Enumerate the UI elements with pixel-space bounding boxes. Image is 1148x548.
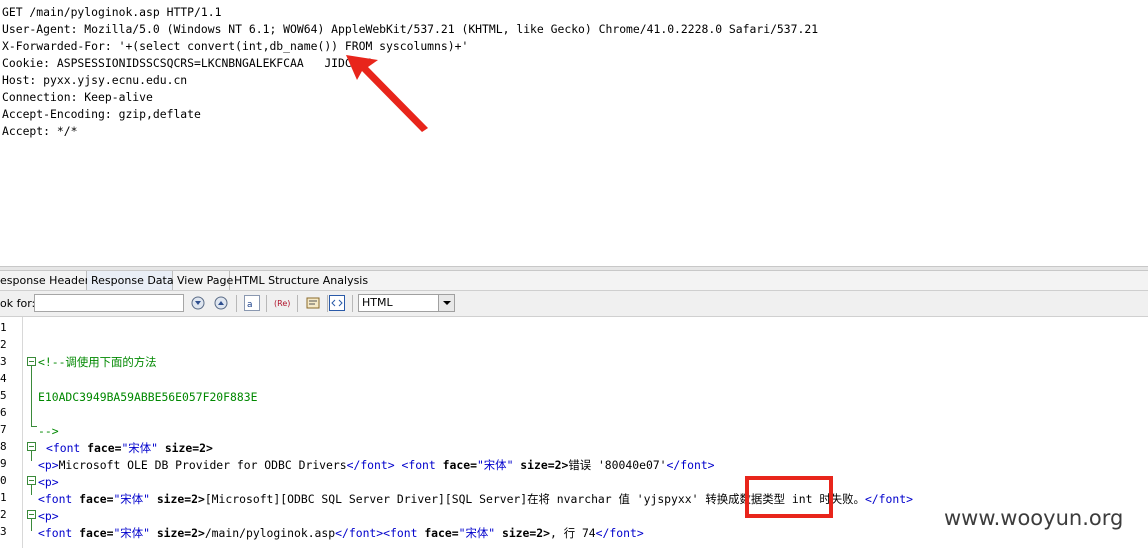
fold-toggle-icon[interactable]: [27, 476, 36, 485]
source-code-icon[interactable]: [329, 295, 345, 311]
line-number: 8: [0, 440, 7, 453]
html-comment-close: -->: [38, 424, 59, 438]
toolbar-divider: [352, 295, 353, 312]
code-line-10: <p>: [38, 475, 59, 489]
raw-request-pane[interactable]: GET /main/pyloginok.asp HTTP/1.1 User-Ag…: [0, 0, 1148, 266]
chevron-down-icon[interactable]: [438, 295, 454, 311]
line-number: 7: [0, 423, 7, 436]
fold-guide: [31, 366, 32, 426]
render-format-value: HTML: [362, 296, 393, 309]
toolbar-divider: [297, 295, 298, 312]
svg-text:(Re): (Re): [274, 299, 290, 308]
find-next-icon[interactable]: [190, 295, 206, 311]
regex-icon[interactable]: (Re): [274, 295, 290, 311]
toolbar-divider: [327, 295, 328, 312]
db-name-leak-value: 'yjspyxx': [636, 492, 699, 506]
tab-response-headers[interactable]: esponse Headers: [0, 271, 95, 290]
find-previous-icon[interactable]: [213, 295, 229, 311]
tab-view-page[interactable]: View Page: [173, 271, 233, 290]
fold-toggle-icon[interactable]: [27, 442, 36, 451]
line-number: 2: [0, 508, 7, 521]
toolbar-divider: [236, 295, 237, 312]
fold-guide: [31, 485, 32, 495]
code-line-9: <p>Microsoft OLE DB Provider for ODBC Dr…: [38, 458, 715, 472]
tab-response-data[interactable]: Response Data: [87, 271, 174, 290]
fold-guide-end: [31, 426, 37, 427]
toolbar-divider: [266, 295, 267, 312]
response-tab-bar: esponse Headers Response Data View Page …: [0, 271, 1148, 291]
code-line-13: <font face="宋体" size=2>/main/pyloginok.a…: [38, 526, 644, 540]
fold-toggle-icon[interactable]: [27, 510, 36, 519]
line-number: 1: [0, 491, 7, 504]
line-number: 4: [0, 372, 7, 385]
line-number: 5: [0, 389, 7, 402]
request-header-accept: Accept: */*: [2, 124, 78, 138]
line-number: 6: [0, 406, 7, 419]
line-number: 0: [0, 474, 7, 487]
tab-html-structure-analysis[interactable]: HTML Structure Analysis: [230, 271, 368, 290]
request-header-user-agent: User-Agent: Mozilla/5.0 (Windows NT 6.1;…: [2, 22, 819, 36]
svg-text:a: a: [247, 300, 253, 309]
annotation-arrow: [346, 55, 428, 132]
request-header-host: Host: pyxx.yjsy.ecnu.edu.cn: [2, 73, 188, 87]
look-for-input[interactable]: [34, 294, 184, 312]
line-number: 1: [0, 321, 7, 334]
line-number: 3: [0, 525, 7, 538]
fold-guide: [31, 519, 32, 531]
annotation-highlight-box: [745, 476, 833, 518]
code-line-8: <font face="宋体" size=2>: [46, 441, 213, 455]
request-line: GET /main/pyloginok.asp HTTP/1.1: [2, 5, 222, 19]
look-for-label: ok for:: [0, 297, 36, 310]
fold-toggle-icon[interactable]: [27, 357, 36, 366]
md5-hash-text: E10ADC3949BA59ABBE56E057F20F883E: [38, 390, 258, 404]
request-header-accept-encoding: Accept-Encoding: gzip,deflate: [2, 107, 201, 121]
render-format-select[interactable]: HTML: [358, 294, 455, 312]
request-header-cookie: Cookie: ASPSESSIONIDSSCSQCRS=LKCNBNGALEK…: [2, 56, 373, 70]
match-case-icon[interactable]: a: [244, 295, 260, 311]
line-number-gutter: 1 2 3 4 5 6 7 8 9 0 1 2 3: [0, 317, 23, 548]
line-number: 9: [0, 457, 7, 470]
line-number: 2: [0, 338, 7, 351]
search-toolbar: ok for: a (Re) HTML: [0, 291, 1148, 317]
request-header-connection: Connection: Keep-alive: [2, 90, 153, 104]
fold-guide: [31, 451, 32, 461]
html-comment-open: <!--调使用下面的方法: [38, 355, 157, 369]
line-number: 3: [0, 355, 7, 368]
code-line-12: <p>: [38, 509, 59, 523]
watermark: www.wooyun.org: [944, 506, 1124, 530]
search-mode-icon[interactable]: [305, 295, 321, 311]
